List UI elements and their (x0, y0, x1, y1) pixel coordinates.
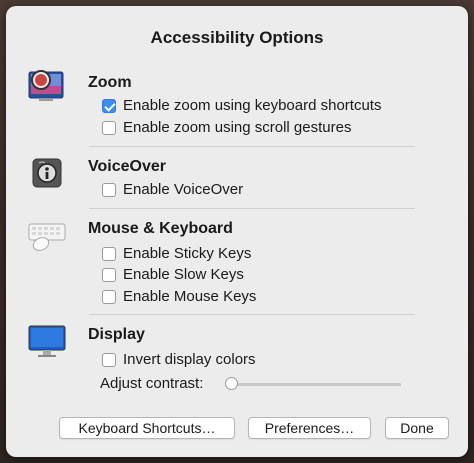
sticky-keys-label: Enable Sticky Keys (123, 245, 252, 262)
mouse-keys-option[interactable]: Enable Mouse Keys (102, 288, 256, 305)
adjust-contrast-label: Adjust contrast: (100, 375, 204, 392)
voiceover-section-title: VoiceOver (88, 158, 166, 175)
voiceover-label: Enable VoiceOver (123, 181, 244, 198)
zoom-scroll-gestures-option[interactable]: Enable zoom using scroll gestures (102, 119, 351, 136)
slow-keys-checkbox[interactable] (102, 267, 116, 282)
voiceover-checkbox[interactable] (102, 182, 116, 197)
mouse-keys-label: Enable Mouse Keys (123, 288, 257, 305)
preferences-button[interactable]: Preferences… (248, 417, 371, 439)
voiceover-option[interactable]: Enable VoiceOver (102, 181, 243, 198)
keyboard-mouse-icon (27, 218, 67, 254)
invert-colors-label: Invert display colors (123, 351, 256, 368)
divider (89, 314, 415, 315)
divider (89, 208, 415, 209)
contrast-slider-knob[interactable] (225, 377, 238, 390)
display-icon (27, 324, 67, 360)
mouse-keyboard-section-title: Mouse & Keyboard (88, 220, 233, 237)
invert-colors-option[interactable]: Invert display colors (102, 351, 256, 368)
contrast-slider-track[interactable] (231, 383, 401, 386)
done-button[interactable]: Done (385, 417, 449, 439)
invert-colors-checkbox[interactable] (102, 352, 116, 367)
zoom-section-title: Zoom (88, 74, 132, 91)
zoom-keyboard-checkbox[interactable] (102, 98, 116, 113)
zoom-scroll-label: Enable zoom using scroll gestures (123, 119, 352, 136)
sticky-keys-checkbox[interactable] (102, 246, 116, 261)
display-section-title: Display (88, 326, 145, 343)
zoom-keyboard-label: Enable zoom using keyboard shortcuts (123, 97, 382, 114)
accessibility-options-dialog: Accessibility Options Zoom Enable zoom u… (6, 6, 468, 457)
zoom-keyboard-shortcuts-option[interactable]: Enable zoom using keyboard shortcuts (102, 97, 381, 114)
slow-keys-option[interactable]: Enable Slow Keys (102, 266, 244, 283)
slow-keys-label: Enable Slow Keys (123, 266, 244, 283)
keyboard-shortcuts-button[interactable]: Keyboard Shortcuts… (59, 417, 235, 439)
mouse-keys-checkbox[interactable] (102, 289, 116, 304)
zoom-icon (27, 68, 67, 104)
voiceover-icon (27, 156, 67, 192)
dialog-title: Accessibility Options (150, 28, 324, 47)
divider (89, 146, 415, 147)
sticky-keys-option[interactable]: Enable Sticky Keys (102, 245, 251, 262)
zoom-scroll-checkbox[interactable] (102, 120, 116, 135)
